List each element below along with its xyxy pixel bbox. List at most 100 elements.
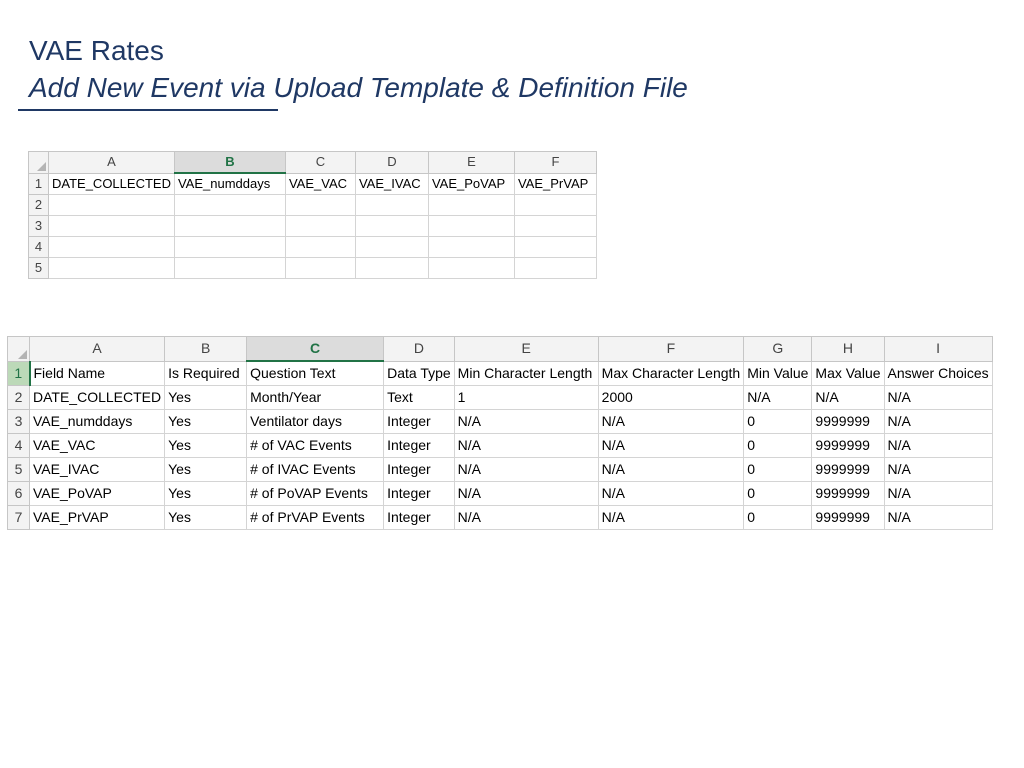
cell-d2[interactable] [354,194,429,216]
cell-b2[interactable]: Yes [164,385,248,410]
cell-c7[interactable]: # of PrVAP Events [246,505,385,530]
cell-d1[interactable]: VAE_IVAC [354,172,429,195]
cell-f5[interactable] [513,257,597,279]
cell-i7[interactable]: N/A [883,505,993,530]
cell-a1[interactable]: DATE_COLLECTED [48,172,175,195]
cell-b5[interactable] [173,257,286,279]
cell-a2[interactable]: DATE_COLLECTED [28,385,166,410]
cell-f2[interactable] [513,194,597,216]
cell-b5[interactable]: Yes [164,457,248,482]
cell-c4[interactable]: # of VAC Events [246,433,385,458]
cell-b4[interactable] [173,236,286,258]
cell-e7[interactable]: N/A [453,505,599,530]
cell-c4[interactable] [284,236,356,258]
column-header-b[interactable]: B [173,151,286,174]
cell-d3[interactable]: Integer [383,409,455,434]
column-header-e[interactable]: E [427,151,515,174]
cell-e5[interactable]: N/A [453,457,599,482]
cell-f4[interactable] [513,236,597,258]
row-header-1[interactable]: 1 [7,360,31,386]
cell-i3[interactable]: N/A [883,409,993,434]
cell-f3[interactable] [513,215,597,237]
cell-d6[interactable]: Integer [383,481,455,506]
cell-f4[interactable]: N/A [597,433,745,458]
cell-d3[interactable] [354,215,429,237]
cell-c2[interactable] [284,194,356,216]
cell-h4[interactable]: 9999999 [811,433,885,458]
row-header-5[interactable]: 5 [28,257,49,279]
row-header-4[interactable]: 4 [7,433,30,458]
cell-c5[interactable] [284,257,356,279]
cell-b4[interactable]: Yes [164,433,248,458]
cell-e4[interactable] [427,236,515,258]
cell-e1[interactable]: VAE_PoVAP [427,172,515,195]
cell-f3[interactable]: N/A [597,409,745,434]
cell-e3[interactable] [427,215,515,237]
cell-d4[interactable] [354,236,429,258]
cell-a3[interactable] [48,215,175,237]
cell-b2[interactable] [173,194,286,216]
cell-f1[interactable]: VAE_PrVAP [513,172,597,195]
select-all-corner[interactable] [28,151,49,174]
cell-d2[interactable]: Text [383,385,455,410]
cell-f5[interactable]: N/A [597,457,745,482]
cell-e2[interactable] [427,194,515,216]
cell-a2[interactable] [48,194,175,216]
cell-f2[interactable]: 2000 [597,385,745,410]
cell-c3[interactable]: Ventilator days [246,409,385,434]
cell-g4[interactable]: 0 [743,433,813,458]
cell-a5[interactable] [48,257,175,279]
cell-i2[interactable]: N/A [883,385,993,410]
cell-a7[interactable]: VAE_PrVAP [28,505,166,530]
cell-a3[interactable]: VAE_numddays [28,409,166,434]
cell-e4[interactable]: N/A [453,433,599,458]
column-header-c[interactable]: C [284,151,356,174]
column-header-a[interactable]: A [48,151,175,174]
cell-b6[interactable]: Yes [164,481,248,506]
cell-d5[interactable] [354,257,429,279]
cell-g3[interactable]: 0 [743,409,813,434]
cell-c1[interactable]: VAE_VAC [284,172,356,195]
cell-f1[interactable]: Max Character Length [597,360,745,386]
cell-d7[interactable]: Integer [383,505,455,530]
cell-e3[interactable]: N/A [453,409,599,434]
column-header-g[interactable]: G [743,336,813,362]
cell-i5[interactable]: N/A [883,457,993,482]
cell-e5[interactable] [427,257,515,279]
row-header-3[interactable]: 3 [28,215,49,237]
cell-c6[interactable]: # of PoVAP Events [246,481,385,506]
cell-c5[interactable]: # of IVAC Events [246,457,385,482]
cell-g5[interactable]: 0 [743,457,813,482]
select-all-corner[interactable] [7,336,30,362]
cell-c1[interactable]: Question Text [246,360,385,386]
cell-g2[interactable]: N/A [743,385,813,410]
cell-b1[interactable]: VAE_numddays [173,172,286,195]
column-header-c[interactable]: C [246,336,385,362]
cell-b3[interactable] [173,215,286,237]
cell-h1[interactable]: Max Value [811,360,885,386]
cell-g7[interactable]: 0 [743,505,813,530]
row-header-2[interactable]: 2 [28,194,49,216]
column-header-b[interactable]: B [164,336,248,362]
cell-d5[interactable]: Integer [383,457,455,482]
cell-a4[interactable]: VAE_VAC [28,433,166,458]
cell-a1[interactable]: Field Name [28,360,166,386]
cell-h7[interactable]: 9999999 [811,505,885,530]
cell-e2[interactable]: 1 [453,385,599,410]
cell-i1[interactable]: Answer Choices [883,360,993,386]
column-header-f[interactable]: F [597,336,745,362]
cell-e1[interactable]: Min Character Length [453,360,599,386]
cell-b7[interactable]: Yes [164,505,248,530]
cell-h3[interactable]: 9999999 [811,409,885,434]
cell-i6[interactable]: N/A [883,481,993,506]
row-header-1[interactable]: 1 [28,172,49,195]
cell-a6[interactable]: VAE_PoVAP [28,481,166,506]
cell-d1[interactable]: Data Type [383,360,455,386]
cell-b1[interactable]: Is Required [164,360,248,386]
column-header-d[interactable]: D [354,151,429,174]
cell-c3[interactable] [284,215,356,237]
cell-i4[interactable]: N/A [883,433,993,458]
cell-e6[interactable]: N/A [453,481,599,506]
cell-a4[interactable] [48,236,175,258]
row-header-6[interactable]: 6 [7,481,30,506]
